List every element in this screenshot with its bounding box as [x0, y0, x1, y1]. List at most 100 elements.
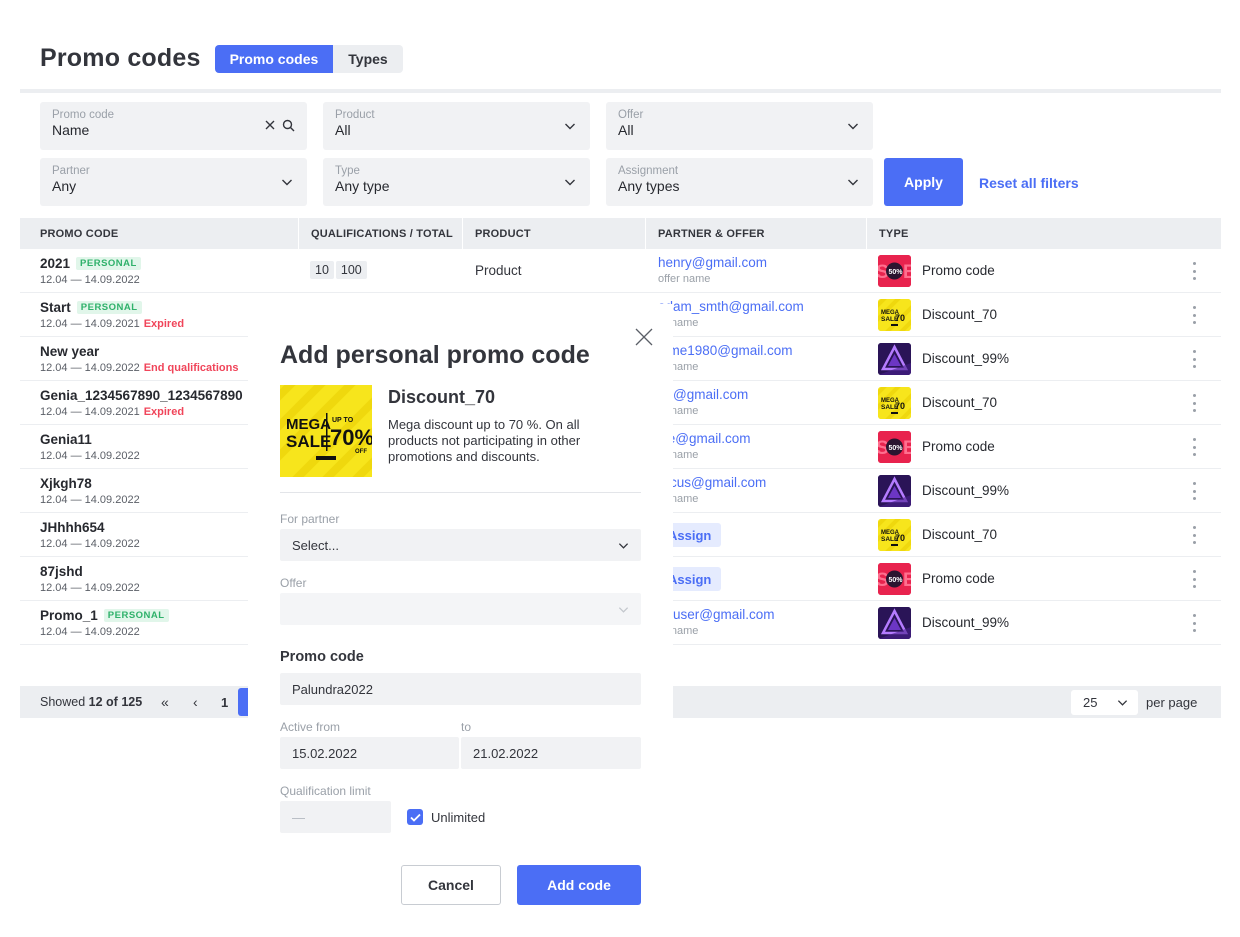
- date-range: 12.04 — 14.09.2022: [40, 538, 140, 550]
- cancel-button[interactable]: Cancel: [401, 865, 501, 905]
- promo-code-filter[interactable]: Promo code Name: [40, 102, 307, 150]
- svg-text:E: E: [903, 262, 911, 283]
- partner-email-link[interactable]: adam_smth@gmail.com: [658, 299, 804, 314]
- showed-count: Showed 12 of 125: [40, 695, 142, 709]
- promo-code-filter-value[interactable]: Name: [52, 122, 295, 138]
- type-cell: Discount_99%: [922, 351, 1010, 366]
- more-options-icon[interactable]: [1191, 438, 1197, 456]
- page-header: Promo codes Promo codes Types: [40, 44, 403, 73]
- promo-code-dates: 12.04 — 14.09.2022: [40, 450, 140, 462]
- type-cell: Discount_70: [922, 527, 998, 542]
- per-page-select[interactable]: 25: [1071, 690, 1138, 715]
- add-code-button[interactable]: Add code: [517, 865, 641, 905]
- more-options-icon[interactable]: [1191, 482, 1197, 500]
- promo-code-text: Promo_1: [40, 608, 98, 623]
- showed-prefix: Showed: [40, 695, 86, 709]
- active-from-input[interactable]: 15.02.2022: [280, 737, 459, 769]
- table-row[interactable]: 2021 PERSONAL 12.04 — 14.09.2022 10 100 Produ…: [20, 249, 1221, 293]
- date-range: 12.04 — 14.09.2022: [40, 274, 140, 286]
- partner-email-link[interactable]: aduser@gmail.com: [658, 607, 775, 622]
- qualification-limit-label: Qualification limit: [280, 784, 371, 798]
- date-range: 12.04 — 14.09.2021: [40, 406, 140, 418]
- svg-text:E: E: [903, 438, 911, 459]
- unlimited-label[interactable]: Unlimited: [431, 810, 485, 825]
- partner-select[interactable]: Select...: [280, 529, 641, 561]
- chevron-down-icon: [848, 179, 858, 186]
- view-switch: Promo codes Types: [214, 44, 403, 73]
- product-filter[interactable]: Product All: [323, 102, 590, 150]
- promo-code-text: 87jshd: [40, 564, 83, 579]
- promo-code-text: 2021: [40, 256, 71, 271]
- chevron-down-icon: [618, 543, 629, 549]
- date-range: 12.04 — 14.09.2022: [40, 582, 140, 594]
- close-icon[interactable]: [264, 119, 276, 131]
- promo-code-dates: 12.04 — 14.09.2021 Expired: [40, 406, 184, 418]
- svg-text:70: 70: [895, 313, 905, 323]
- mega-sale-banner: MEGA SALE UP TO 70% OFF: [280, 385, 372, 477]
- svg-text:50%: 50%: [889, 445, 904, 452]
- active-to-input[interactable]: 21.02.2022: [461, 737, 641, 769]
- banner-mega: MEGA: [286, 416, 331, 433]
- type-filter[interactable]: Type Any type: [323, 158, 590, 206]
- status-label: Expired: [143, 406, 185, 418]
- more-options-icon[interactable]: [1191, 614, 1197, 632]
- promo-code-text: JHhhh654: [40, 520, 105, 535]
- col-type[interactable]: TYPE: [879, 228, 909, 240]
- promo-code-text: New year: [40, 344, 100, 359]
- banner-off: OFF: [355, 449, 367, 455]
- offer-filter[interactable]: Offer All: [606, 102, 873, 150]
- col-product[interactable]: PRODUCT: [475, 228, 531, 240]
- col-partner-offer[interactable]: PARTNER & OFFER: [658, 228, 765, 240]
- neon-triangle-thumbnail: [878, 607, 911, 639]
- partner-email-link[interactable]: arcus@gmail.com: [658, 475, 766, 490]
- chevron-down-icon: [848, 123, 858, 130]
- partner-filter-value: Any: [52, 178, 77, 194]
- svg-text:50%: 50%: [889, 269, 904, 276]
- offer-field-label: Offer: [280, 576, 307, 590]
- more-options-icon[interactable]: [1191, 306, 1197, 324]
- sale-50-thumbnail: S E 50%: [878, 431, 911, 463]
- more-options-icon[interactable]: [1191, 394, 1197, 412]
- per-page-value: 25: [1083, 695, 1098, 710]
- more-options-icon[interactable]: [1191, 350, 1197, 368]
- col-promo-code[interactable]: PROMO CODE: [40, 228, 118, 240]
- chevron-down-icon: [565, 179, 575, 186]
- partner-email-link[interactable]: henry@gmail.com: [658, 255, 767, 270]
- offer-select[interactable]: [280, 593, 641, 625]
- tab-promo-codes[interactable]: Promo codes: [214, 44, 334, 73]
- qualification-limit-input[interactable]: —: [280, 801, 391, 833]
- promo-code-dates: 12.04 — 14.09.2021 Expired: [40, 318, 184, 330]
- col-qualifications[interactable]: QUALIFICATIONS / TOTAL: [311, 228, 453, 240]
- type-cell: Promo code: [922, 571, 995, 586]
- mega-sale-thumbnail: MEGA SALE 70: [878, 299, 911, 331]
- reset-filters-link[interactable]: Reset all filters: [979, 175, 1079, 191]
- offer-filter-label: Offer: [618, 109, 644, 121]
- unlimited-checkbox[interactable]: [407, 809, 423, 825]
- promo-code-name: Genia11: [40, 432, 92, 447]
- search-icon[interactable]: [282, 119, 295, 132]
- page-number[interactable]: 1: [221, 695, 228, 710]
- partner-filter[interactable]: Partner Any: [40, 158, 307, 206]
- more-options-icon[interactable]: [1191, 262, 1197, 280]
- assignment-filter-label: Assignment: [618, 165, 679, 177]
- active-from-label: Active from: [280, 720, 341, 734]
- prev-page-icon[interactable]: ‹: [193, 694, 198, 710]
- first-page-icon[interactable]: «: [161, 694, 169, 710]
- partner-email-link[interactable]: alme1980@gmail.com: [658, 343, 793, 358]
- assignment-filter[interactable]: Assignment Any types: [606, 158, 873, 206]
- apply-button[interactable]: Apply: [884, 158, 963, 206]
- svg-text:E: E: [903, 570, 911, 591]
- promo-code-input[interactable]: Palundra2022: [280, 673, 641, 705]
- more-options-icon[interactable]: [1191, 570, 1197, 588]
- type-cell: Discount_70: [922, 307, 998, 322]
- assignment-filter-value: Any types: [618, 178, 680, 194]
- partner-field-label: For partner: [280, 512, 340, 526]
- more-options-icon[interactable]: [1191, 526, 1197, 544]
- tab-types[interactable]: Types: [333, 44, 403, 73]
- promo-type-description: Mega discount up to 70 %. On all product…: [388, 417, 581, 464]
- neon-triangle-thumbnail: [878, 343, 911, 375]
- type-cell: Promo code: [922, 263, 995, 278]
- close-icon[interactable]: [633, 326, 655, 348]
- date-range: 12.04 — 14.09.2022: [40, 494, 140, 506]
- check-icon: [409, 813, 421, 822]
